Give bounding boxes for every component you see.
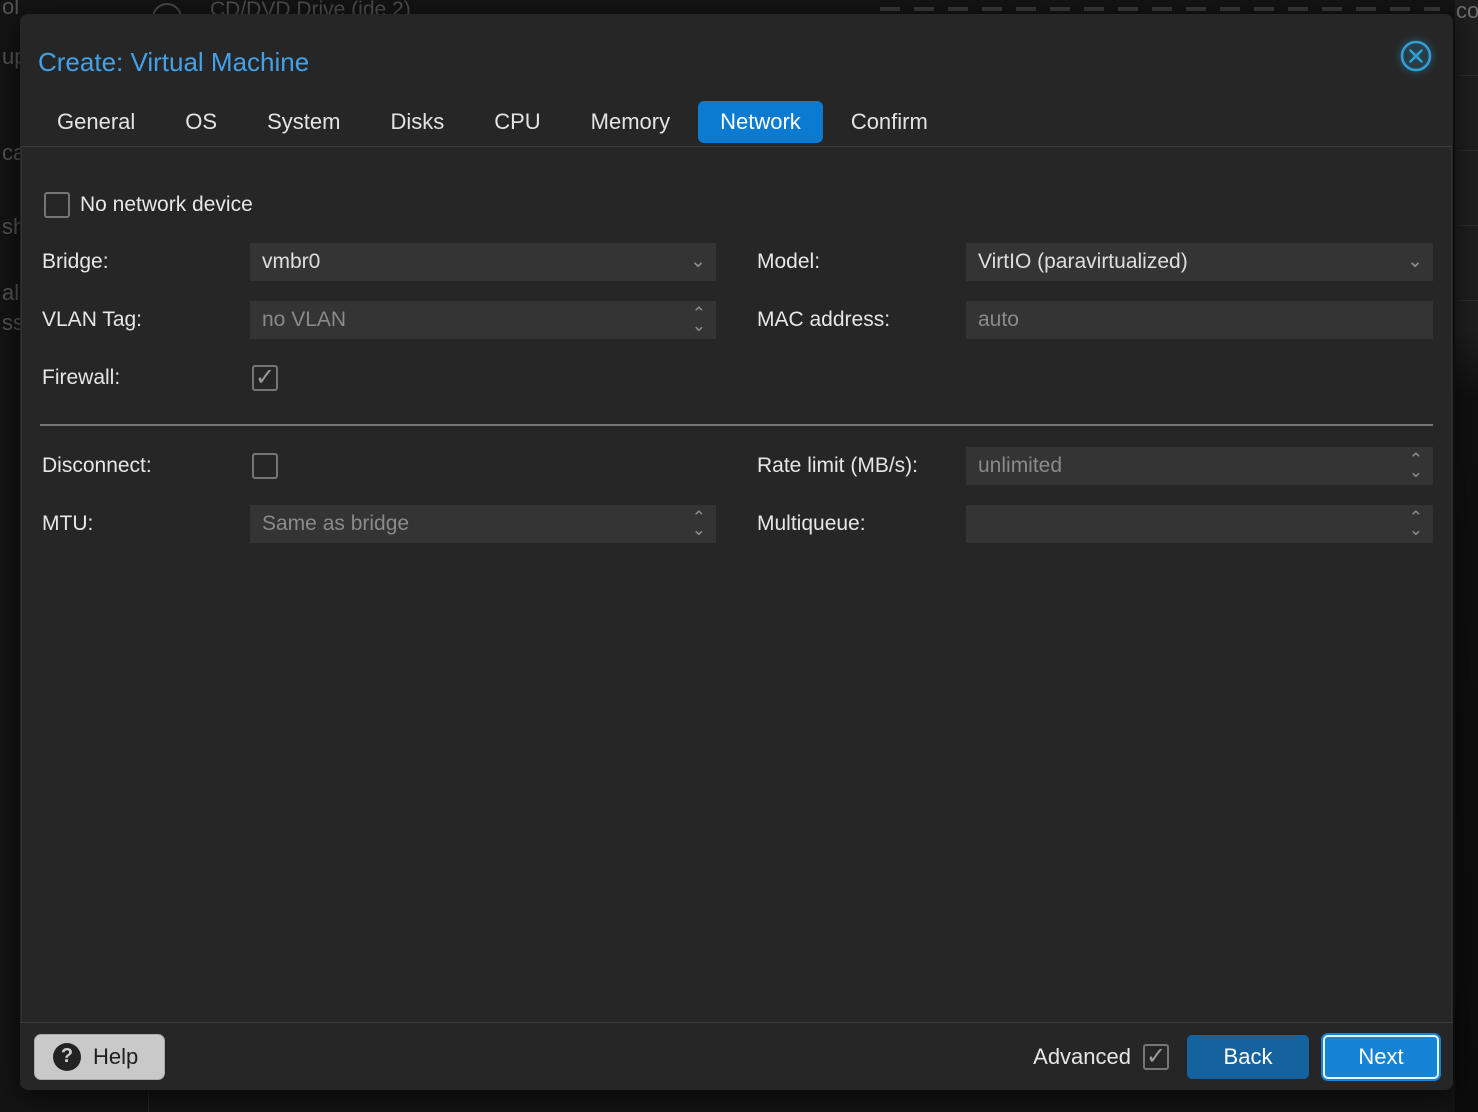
rate-limit-spinner[interactable]: unlimited ⌃⌄	[966, 447, 1433, 485]
question-mark-icon: ?	[53, 1043, 81, 1071]
wizard-tab-bar: General OS System Disks CPU Memory Netwo…	[20, 98, 1453, 145]
tab-system[interactable]: System	[267, 109, 340, 135]
bridge-value: vmbr0	[262, 250, 320, 274]
mtu-label: MTU:	[42, 505, 93, 543]
next-button[interactable]: Next	[1323, 1035, 1439, 1079]
vlan-tag-spinner[interactable]: no VLAN ⌃⌄	[250, 301, 716, 339]
rate-limit-placeholder: unlimited	[978, 454, 1062, 478]
bg-row-divider	[1459, 225, 1478, 226]
bg-row-divider	[1459, 300, 1478, 301]
tab-cpu[interactable]: CPU	[494, 109, 540, 135]
disconnect-label: Disconnect:	[42, 447, 152, 485]
bg-right-fragment: co	[1456, 0, 1478, 24]
advanced-checkbox[interactable]: ✓	[1143, 1044, 1169, 1070]
firewall-label: Firewall:	[42, 359, 120, 397]
mac-address-placeholder: auto	[978, 308, 1019, 332]
no-network-device-label: No network device	[80, 186, 253, 224]
tab-confirm[interactable]: Confirm	[851, 109, 928, 135]
firewall-checkbox[interactable]: ✓	[252, 365, 278, 391]
tab-memory[interactable]: Memory	[591, 109, 670, 135]
bridge-combobox[interactable]: vmbr0 ⌄	[250, 243, 716, 281]
advanced-toggle-group: Advanced ✓	[1033, 1044, 1169, 1070]
multiqueue-spinner[interactable]: ⌃⌄	[966, 505, 1433, 543]
spinner-up-down-icon[interactable]: ⌃⌄	[692, 505, 706, 543]
tab-os[interactable]: OS	[185, 109, 217, 135]
mac-address-label: MAC address:	[757, 301, 890, 339]
bg-row-divider	[1459, 150, 1478, 151]
model-combobox[interactable]: VirtIO (paravirtualized) ⌄	[966, 243, 1433, 281]
model-label: Model:	[757, 243, 820, 281]
advanced-section-divider	[40, 424, 1433, 426]
bg-right-panel	[1455, 0, 1478, 1112]
spinner-up-down-icon[interactable]: ⌃⌄	[1409, 447, 1423, 485]
vlan-tag-label: VLAN Tag:	[42, 301, 142, 339]
model-value: VirtIO (paravirtualized)	[978, 250, 1188, 274]
dialog-title: Create: Virtual Machine	[38, 47, 309, 78]
chevron-down-icon[interactable]: ⌄	[690, 243, 706, 281]
spinner-up-down-icon[interactable]: ⌃⌄	[1409, 505, 1423, 543]
mtu-spinner[interactable]: Same as bridge ⌃⌄	[250, 505, 716, 543]
disconnect-checkbox[interactable]	[252, 453, 278, 479]
mtu-placeholder: Same as bridge	[262, 512, 409, 536]
advanced-label: Advanced	[1033, 1044, 1131, 1070]
close-icon	[1399, 39, 1433, 73]
help-button-label: Help	[93, 1044, 138, 1070]
back-button[interactable]: Back	[1187, 1035, 1309, 1079]
help-button[interactable]: ? Help	[34, 1034, 165, 1080]
rate-limit-label: Rate limit (MB/s):	[757, 447, 918, 485]
create-vm-dialog: Create: Virtual Machine General OS Syste…	[20, 14, 1453, 1090]
vlan-tag-placeholder: no VLAN	[262, 308, 346, 332]
spinner-up-down-icon[interactable]: ⌃⌄	[692, 301, 706, 339]
bridge-label: Bridge:	[42, 243, 109, 281]
tab-network[interactable]: Network	[698, 101, 823, 143]
bg-table-row-dimmed-text	[880, 7, 1440, 11]
tab-general[interactable]: General	[57, 109, 135, 135]
tab-disks[interactable]: Disks	[390, 109, 444, 135]
close-button[interactable]	[1395, 35, 1437, 77]
bg-sidebar-fragment: ol	[2, 0, 19, 20]
no-network-device-checkbox[interactable]	[44, 192, 70, 218]
bg-row-divider	[1459, 75, 1478, 76]
bg-sidebar-divider	[148, 1090, 149, 1112]
mac-address-input[interactable]: auto	[966, 301, 1433, 339]
dialog-footer: ? Help Advanced ✓ Back Next	[20, 1022, 1453, 1090]
multiqueue-label: Multiqueue:	[757, 505, 866, 543]
chevron-down-icon[interactable]: ⌄	[1407, 243, 1423, 281]
